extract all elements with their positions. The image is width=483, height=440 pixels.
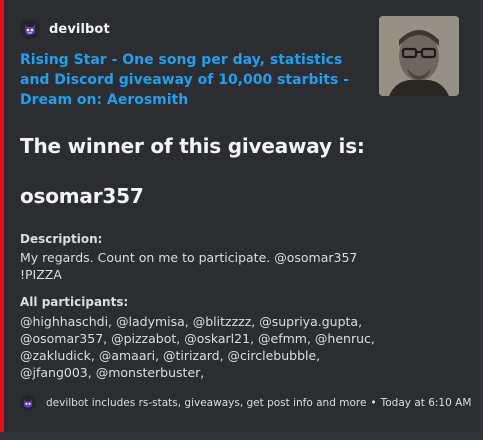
participants-line: @zakludick, @amaari, @tirizard, @circleb… [20,348,321,363]
embed-author-name[interactable]: devilbot [49,22,110,37]
devilbot-footer-icon [20,395,36,411]
description-line: !PIZZA [20,267,62,282]
footer-separator: • [370,397,377,409]
participants-line: @osomar357, @pizzabot, @oskarl21, @efmm,… [20,331,375,346]
participants-line: @jfang003, @monsterbuster, [20,365,205,380]
participants-list: @highhaschdi, @ladymisa, @blitzzzz, @sup… [20,313,375,381]
author-photo [379,16,459,96]
embed-footer: devilbot includes rs-stats, giveaways, g… [20,395,471,411]
embed-thumbnail[interactable] [379,16,459,96]
embed-author: devilbot [20,19,110,39]
footer-text: devilbot includes rs-stats, giveaways, g… [46,397,367,409]
giveaway-embed: devilbot Rising Star - One song per day,… [0,0,480,432]
devilbot-avatar-icon[interactable] [20,19,40,39]
description-line: My regards. Count on me to participate. … [20,250,358,265]
footer-timestamp: Today at 6:10 AM [380,397,472,409]
participants-label: All participants: [20,295,129,309]
description-label: Description: [20,232,103,246]
winner-name: osomar357 [20,184,144,208]
winner-heading: The winner of this giveaway is: [20,134,365,158]
embed-title-link[interactable]: Rising Star - One song per day, statisti… [20,50,360,110]
description-value: My regards. Count on me to participate. … [20,249,360,283]
participants-line: @highhaschdi, @ladymisa, @blitzzzz, @sup… [20,314,363,329]
